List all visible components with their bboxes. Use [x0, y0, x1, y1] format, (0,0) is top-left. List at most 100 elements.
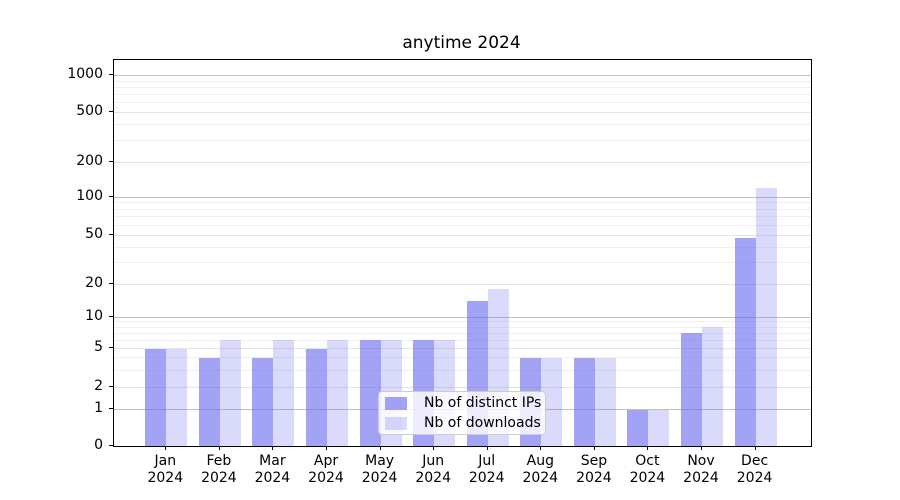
major-gridline	[114, 317, 811, 318]
minor-gridline	[114, 209, 811, 210]
bar-downloads-sep	[595, 358, 616, 446]
figure-canvas: anytime 2024 Nb of distinct IPs Nb of do…	[0, 0, 900, 500]
x-tick-month: Oct	[617, 453, 677, 470]
x-tick-month: May	[350, 453, 410, 470]
x-tick-label: Jan2024	[135, 453, 195, 487]
bar-downloads-mar	[273, 340, 294, 446]
plot-area	[113, 59, 812, 447]
bar-distinct-ips-nov	[681, 333, 702, 446]
bar-downloads-jan	[166, 349, 187, 447]
bar-downloads-dec	[756, 188, 777, 446]
y-tick-mark	[109, 74, 113, 75]
x-tick-month: Feb	[189, 453, 249, 470]
y-tick-label: 5	[43, 340, 103, 354]
x-tick-mark	[540, 446, 541, 450]
bar-downloads-feb	[220, 340, 241, 446]
x-tick-mark	[380, 446, 381, 450]
x-tick-label: Jun2024	[403, 453, 463, 487]
bar-downloads-nov	[702, 327, 723, 446]
minor-gridline	[114, 247, 811, 248]
x-tick-month: Dec	[725, 453, 785, 470]
x-tick-mark	[272, 446, 273, 450]
y-tick-label: 10	[43, 309, 103, 323]
legend-item-downloads: Nb of downloads	[385, 415, 539, 431]
x-tick-mark	[433, 446, 434, 450]
bar-downloads-apr	[327, 340, 348, 446]
chart-title: anytime 2024	[113, 33, 810, 53]
x-tick-label: Oct2024	[617, 453, 677, 487]
y-tick-mark	[109, 234, 113, 235]
y-tick-mark	[109, 445, 113, 446]
minor-gridline	[114, 87, 811, 88]
x-tick-mark	[326, 446, 327, 450]
y-tick-label: 100	[43, 189, 103, 203]
bar-distinct-ips-dec	[735, 238, 756, 446]
x-tick-label: Nov2024	[671, 453, 731, 487]
x-tick-year: 2024	[564, 470, 624, 487]
y-tick-label: 1000	[43, 67, 103, 81]
legend-swatch-distinct-ips	[385, 397, 407, 410]
minor-gridline	[114, 94, 811, 95]
x-tick-year: 2024	[403, 470, 463, 487]
x-tick-label: Sep2024	[564, 453, 624, 487]
x-tick-mark	[594, 446, 595, 450]
legend-item-distinct-ips: Nb of distinct IPs	[385, 395, 539, 411]
y-tick-label: 200	[43, 154, 103, 168]
bar-distinct-ips-sep	[574, 358, 595, 446]
x-tick-mark	[701, 446, 702, 450]
y-tick-label: 50	[43, 227, 103, 241]
x-tick-year: 2024	[617, 470, 677, 487]
y-tick-mark	[109, 196, 113, 197]
x-tick-month: Jan	[135, 453, 195, 470]
y-tick-mark	[109, 347, 113, 348]
y-tick-mark	[109, 408, 113, 409]
legend-label-downloads: Nb of downloads	[424, 416, 541, 431]
y-tick-label: 2	[43, 379, 103, 393]
x-tick-month: Jun	[403, 453, 463, 470]
bar-downloads-oct	[648, 410, 669, 447]
x-tick-mark	[487, 446, 488, 450]
x-tick-year: 2024	[457, 470, 517, 487]
x-tick-label: Jul2024	[457, 453, 517, 487]
x-tick-month: Apr	[296, 453, 356, 470]
labeled-gridline	[114, 235, 811, 236]
x-tick-year: 2024	[242, 470, 302, 487]
x-tick-year: 2024	[350, 470, 410, 487]
x-tick-year: 2024	[725, 470, 785, 487]
major-gridline	[114, 75, 811, 76]
y-tick-mark	[109, 161, 113, 162]
x-tick-label: Mar2024	[242, 453, 302, 487]
y-tick-label: 20	[43, 276, 103, 290]
x-tick-label: Aug2024	[510, 453, 570, 487]
legend-label-distinct-ips: Nb of distinct IPs	[424, 396, 541, 411]
x-tick-year: 2024	[671, 470, 731, 487]
x-tick-month: Jul	[457, 453, 517, 470]
x-tick-label: May2024	[350, 453, 410, 487]
x-tick-mark	[647, 446, 648, 450]
bar-distinct-ips-oct	[627, 410, 648, 447]
x-tick-month: Sep	[564, 453, 624, 470]
minor-gridline	[114, 202, 811, 203]
minor-gridline	[114, 124, 811, 125]
bar-distinct-ips-apr	[306, 349, 327, 447]
minor-gridline	[114, 102, 811, 103]
y-tick-mark	[109, 316, 113, 317]
legend-swatch-downloads	[385, 417, 407, 430]
minor-gridline	[114, 216, 811, 217]
minor-gridline	[114, 262, 811, 263]
x-tick-year: 2024	[296, 470, 356, 487]
x-tick-label: Dec2024	[725, 453, 785, 487]
bar-distinct-ips-mar	[252, 358, 273, 446]
labeled-gridline	[114, 112, 811, 113]
major-gridline	[114, 197, 811, 198]
minor-gridline	[114, 225, 811, 226]
x-tick-label: Apr2024	[296, 453, 356, 487]
labeled-gridline	[114, 284, 811, 285]
y-tick-mark	[109, 283, 113, 284]
x-tick-mark	[219, 446, 220, 450]
minor-gridline	[114, 81, 811, 82]
x-tick-mark	[165, 446, 166, 450]
x-tick-month: Nov	[671, 453, 731, 470]
y-tick-label: 500	[43, 104, 103, 118]
bar-distinct-ips-jan	[145, 349, 166, 447]
